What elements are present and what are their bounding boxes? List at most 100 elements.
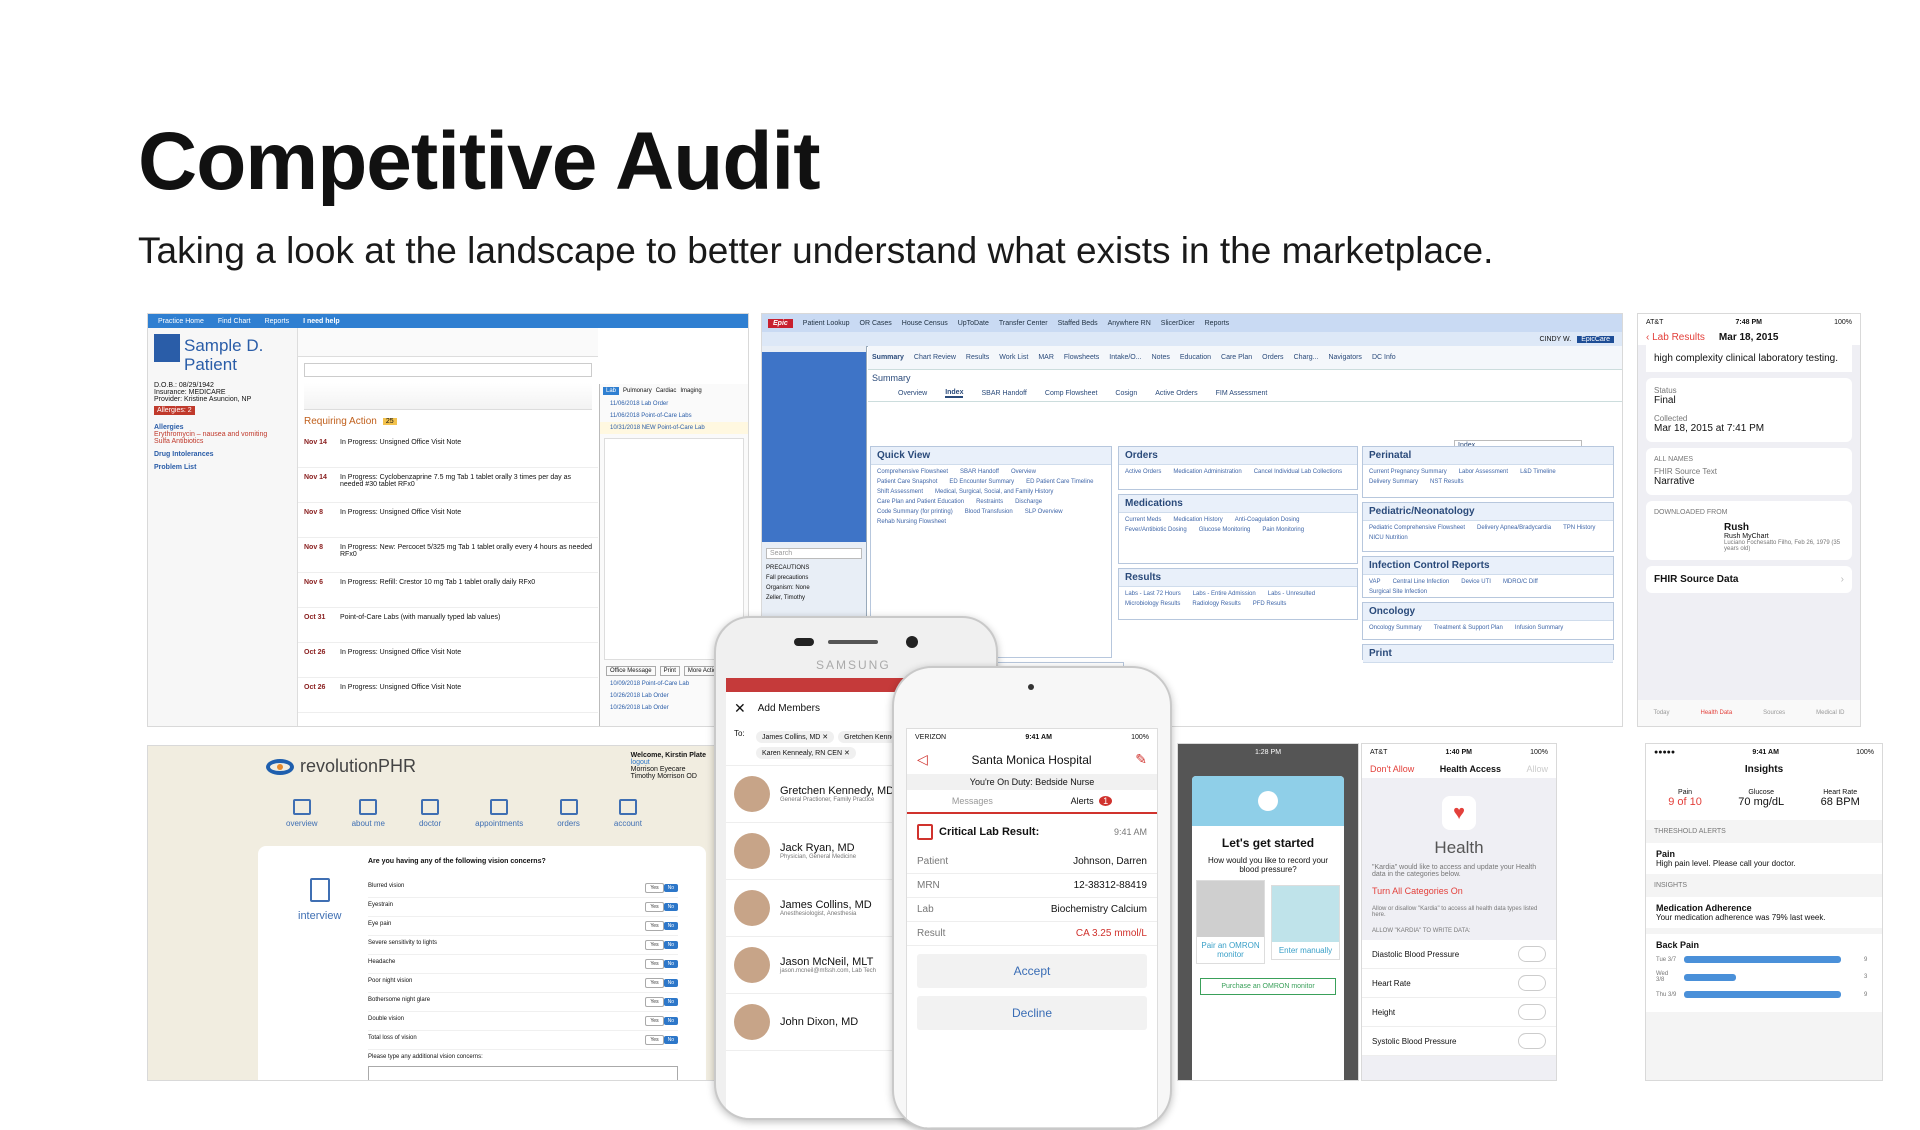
pf-requiring-action-header[interactable]: Requiring Action 25 bbox=[298, 410, 598, 433]
print-button[interactable]: Print bbox=[659, 666, 680, 676]
epic-tab[interactable]: Intake/O... bbox=[1109, 354, 1141, 361]
epic-logo[interactable]: Epic bbox=[768, 318, 793, 328]
no-radio[interactable]: No bbox=[663, 884, 678, 892]
decline-button[interactable]: Decline bbox=[917, 996, 1147, 1030]
epic-tab[interactable]: MAR bbox=[1038, 354, 1054, 361]
enter-manually-option[interactable]: Enter manually bbox=[1271, 884, 1340, 960]
megaphone-icon[interactable]: ◁ bbox=[917, 751, 928, 768]
epic-panel-link[interactable]: Treatment & Support Plan bbox=[1434, 625, 1503, 631]
rv-nav-item[interactable]: account bbox=[614, 799, 642, 828]
member-chip[interactable]: James Collins, MD ✕ bbox=[756, 731, 835, 743]
epic-tab[interactable]: Care Plan bbox=[1221, 354, 1252, 361]
epic-tab[interactable]: Orders bbox=[1262, 354, 1283, 361]
remove-icon[interactable]: ✕ bbox=[844, 750, 850, 757]
pf-lab-row[interactable]: 11/06/2018 Lab Order bbox=[600, 398, 748, 410]
tab-alerts[interactable]: Alerts 1 bbox=[1071, 796, 1113, 806]
epic-care-badge[interactable]: EpicCare bbox=[1577, 335, 1614, 343]
epic-panel-link[interactable]: Discharge bbox=[1015, 499, 1042, 505]
epic-panel-link[interactable]: Code Summary (for printing) bbox=[877, 509, 953, 515]
epic-panel-link[interactable]: Radiology Results bbox=[1192, 601, 1240, 607]
epic-panel-link[interactable]: Surgical Site Infection bbox=[1369, 589, 1427, 595]
epic-panel-link[interactable]: Labor Assessment bbox=[1459, 469, 1508, 475]
epic-panel-link[interactable]: Microbiology Results bbox=[1125, 601, 1180, 607]
epic-top-link[interactable]: Reports bbox=[1205, 320, 1230, 327]
epic-top-link[interactable]: OR Cases bbox=[860, 320, 892, 327]
epic-top-link[interactable]: House Census bbox=[902, 320, 948, 327]
epic-panel-link[interactable]: Pain Monitoring bbox=[1262, 527, 1304, 533]
fhir-source-row[interactable]: FHIR Source Data › bbox=[1646, 566, 1852, 593]
pf-lab-row[interactable]: 10/31/2018 NEW Point-of-Care Lab bbox=[600, 422, 748, 434]
epic-panel-link[interactable]: Oncology Summary bbox=[1369, 625, 1422, 631]
no-radio[interactable]: No bbox=[663, 922, 678, 930]
epic-panel-link[interactable]: Current Pregnancy Summary bbox=[1369, 469, 1447, 475]
permission-toggle[interactable] bbox=[1518, 946, 1546, 962]
yes-radio[interactable]: Yes bbox=[645, 940, 664, 950]
epic-subtab[interactable]: Active Orders bbox=[1155, 390, 1197, 397]
epic-tab[interactable]: Charg... bbox=[1294, 354, 1319, 361]
yes-radio[interactable]: Yes bbox=[645, 997, 664, 1007]
epic-panel-link[interactable]: Infusion Summary bbox=[1515, 625, 1563, 631]
epic-panel-link[interactable]: Medication Administration bbox=[1173, 469, 1241, 475]
epic-panel-link[interactable]: Glucose Monitoring bbox=[1199, 527, 1251, 533]
epic-panel-link[interactable]: Labs - Unresulted bbox=[1268, 591, 1315, 597]
epic-top-link[interactable]: UpToDate bbox=[958, 320, 989, 327]
epic-panel-link[interactable]: SBAR Handoff bbox=[960, 469, 999, 475]
yes-radio[interactable]: Yes bbox=[645, 959, 664, 969]
epic-top-link[interactable]: Staffed Beds bbox=[1058, 320, 1098, 327]
pf-lab-row[interactable]: 11/06/2018 Point-of-Care Labs bbox=[600, 410, 748, 422]
tab-medical-id[interactable]: Medical ID bbox=[1816, 710, 1844, 716]
epic-subtab[interactable]: Index bbox=[945, 389, 964, 398]
epic-sidebar-search[interactable]: Search bbox=[766, 548, 862, 559]
hospital-name[interactable]: Santa Monica Hospital bbox=[971, 753, 1091, 767]
pf-section-allergies[interactable]: Allergies bbox=[154, 424, 291, 431]
epic-subtab[interactable]: SBAR Handoff bbox=[981, 390, 1026, 397]
pf-lab-tab[interactable]: Lab bbox=[603, 387, 620, 395]
rv-nav-item[interactable]: overview bbox=[286, 799, 318, 828]
epic-panel-link[interactable]: Rehab Nursing Flowsheet bbox=[877, 519, 946, 525]
epic-tab[interactable]: Notes bbox=[1152, 354, 1170, 361]
epic-tab[interactable]: Education bbox=[1180, 354, 1211, 361]
epic-panel-link[interactable]: MDRO/C Diff bbox=[1503, 579, 1538, 585]
compose-icon[interactable]: ✎ bbox=[1135, 751, 1147, 768]
no-radio[interactable]: No bbox=[663, 1036, 678, 1044]
pf-nav-item[interactable]: Find Chart bbox=[218, 318, 251, 325]
epic-panel-link[interactable]: Anti-Coagulation Dosing bbox=[1235, 517, 1300, 523]
pf-section-problem-list[interactable]: Problem List bbox=[154, 464, 291, 471]
no-radio[interactable]: No bbox=[663, 903, 678, 911]
pf-activity-item[interactable]: Nov 14 In Progress: Cyclobenzaprine 7.5 m… bbox=[298, 468, 598, 503]
epic-subtab[interactable]: FIM Assessment bbox=[1216, 390, 1268, 397]
tab-today[interactable]: Today bbox=[1653, 710, 1669, 716]
epic-panel-link[interactable]: Central Line Infection bbox=[1393, 579, 1450, 585]
pf-activity-item[interactable]: Nov 14 In Progress: Unsigned Office Visit… bbox=[298, 433, 598, 468]
epic-panel-link[interactable]: Patient Care Snapshot bbox=[877, 479, 937, 485]
purchase-monitor-button[interactable]: Purchase an OMRON monitor bbox=[1200, 978, 1336, 995]
epic-tab[interactable]: Work List bbox=[999, 354, 1028, 361]
epic-panel-link[interactable]: Active Orders bbox=[1125, 469, 1161, 475]
yes-radio[interactable]: Yes bbox=[645, 1016, 664, 1026]
pf-activity-item[interactable]: Nov 6 In Progress: Refill: Crestor 10 mg … bbox=[298, 573, 598, 608]
epic-tab[interactable]: Flowsheets bbox=[1064, 354, 1099, 361]
close-icon[interactable]: ✕ bbox=[734, 700, 746, 717]
tab-health-data[interactable]: Health Data bbox=[1700, 710, 1732, 716]
tab-sources[interactable]: Sources bbox=[1763, 710, 1785, 716]
pf-nav-item[interactable]: I need help bbox=[303, 318, 340, 325]
no-radio[interactable]: No bbox=[663, 998, 678, 1006]
epic-top-link[interactable]: Transfer Center bbox=[999, 320, 1048, 327]
allow-button[interactable]: Allow bbox=[1526, 764, 1548, 774]
epic-panel-link[interactable]: NICU Nutrition bbox=[1369, 535, 1408, 541]
office-message-button[interactable]: Office Message bbox=[606, 666, 656, 676]
pf-activity-item[interactable]: Nov 8 In Progress: Unsigned Office Visit … bbox=[298, 503, 598, 538]
turn-all-on-link[interactable]: Turn All Categories On bbox=[1362, 884, 1556, 898]
rv-nav-item[interactable]: about me bbox=[352, 799, 385, 828]
epic-panel-link[interactable]: SLP Overview bbox=[1025, 509, 1063, 515]
permission-toggle[interactable] bbox=[1518, 1033, 1546, 1049]
epic-panel-link[interactable]: Comprehensive Flowsheet bbox=[877, 469, 948, 475]
pf-section-drug-intolerances[interactable]: Drug Intolerances bbox=[154, 451, 291, 458]
pf-allergy-badge[interactable]: Allergies: 2 bbox=[154, 406, 195, 415]
pf-search-box[interactable] bbox=[304, 363, 592, 377]
no-radio[interactable]: No bbox=[663, 960, 678, 968]
pf-activity-item[interactable]: Oct 26 In Progress: Unsigned Office Visit… bbox=[298, 643, 598, 678]
yes-radio[interactable]: Yes bbox=[645, 921, 664, 931]
epic-subtab[interactable]: Comp Flowsheet bbox=[1045, 390, 1098, 397]
epic-panel-link[interactable]: ED Encounter Summary bbox=[949, 479, 1014, 485]
